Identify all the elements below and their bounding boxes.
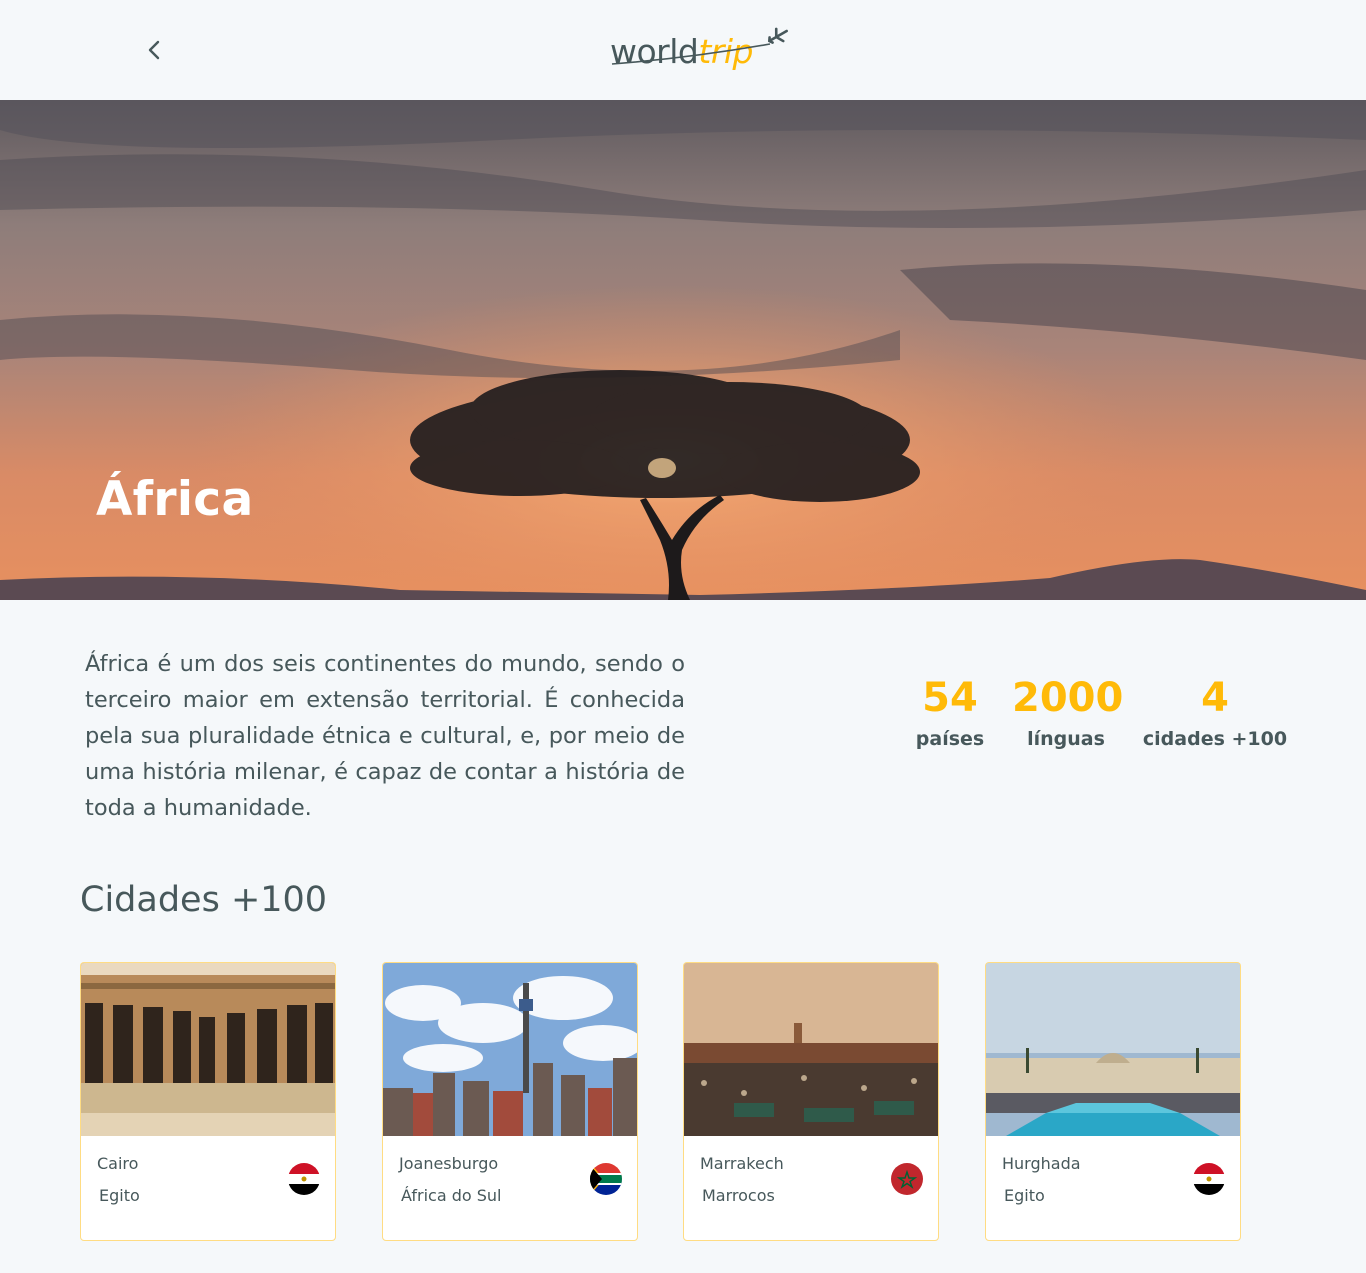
- egypt-flag-icon: [1193, 1163, 1225, 1195]
- city-name: Joanesburgo: [399, 1154, 499, 1173]
- continent-title: África: [96, 472, 254, 527]
- city-name: Marrakech: [700, 1154, 784, 1173]
- stat-value: 2000: [1012, 675, 1124, 721]
- city-country: Egito: [99, 1186, 140, 1205]
- stat-cities: 4 cidades +100: [1140, 672, 1290, 750]
- city-country: África do Sul: [401, 1186, 502, 1205]
- stat-countries: 54 países: [900, 672, 1000, 750]
- stat-label: línguas: [1027, 728, 1105, 750]
- city-card[interactable]: Cairo Egito: [80, 962, 336, 1241]
- city-card[interactable]: Marrakech Marrocos: [683, 962, 939, 1241]
- continent-description: África é um dos seis continentes do mund…: [85, 651, 685, 821]
- city-card-list: Cairo Egito Joanesburgo África do Sul Ma…: [80, 962, 1260, 1242]
- back-button[interactable]: [140, 34, 168, 66]
- city-image: [986, 963, 1240, 1136]
- continent-stats: 54 países 2000 línguas 4 cidades +100: [900, 672, 1300, 772]
- city-name: Cairo: [97, 1154, 139, 1173]
- stat-label: países: [915, 728, 985, 750]
- city-country: Marrocos: [702, 1186, 775, 1205]
- city-image: [684, 963, 938, 1136]
- city-image: [81, 963, 335, 1136]
- header: worldtrip: [0, 0, 1366, 100]
- egypt-flag-icon: [288, 1163, 320, 1195]
- stat-value: 54: [922, 675, 978, 721]
- city-image: [383, 963, 637, 1136]
- hero-banner: África: [0, 100, 1366, 600]
- airplane-icon: [611, 27, 788, 65]
- city-card[interactable]: Hurghada Egito: [985, 962, 1241, 1241]
- south-africa-flag-icon: [590, 1163, 622, 1195]
- morocco-flag-icon: [891, 1163, 923, 1195]
- stat-label: cidades +100: [1142, 728, 1288, 750]
- chevron-left-icon: [148, 40, 160, 60]
- city-name: Hurghada: [1002, 1154, 1081, 1173]
- cities-section-title: Cidades +100: [80, 880, 328, 920]
- city-card[interactable]: Joanesburgo África do Sul: [382, 962, 638, 1241]
- stat-languages: 2000 línguas: [1012, 672, 1124, 750]
- city-country: Egito: [1004, 1186, 1045, 1205]
- stat-value: 4: [1201, 675, 1229, 721]
- logo[interactable]: worldtrip: [610, 22, 800, 78]
